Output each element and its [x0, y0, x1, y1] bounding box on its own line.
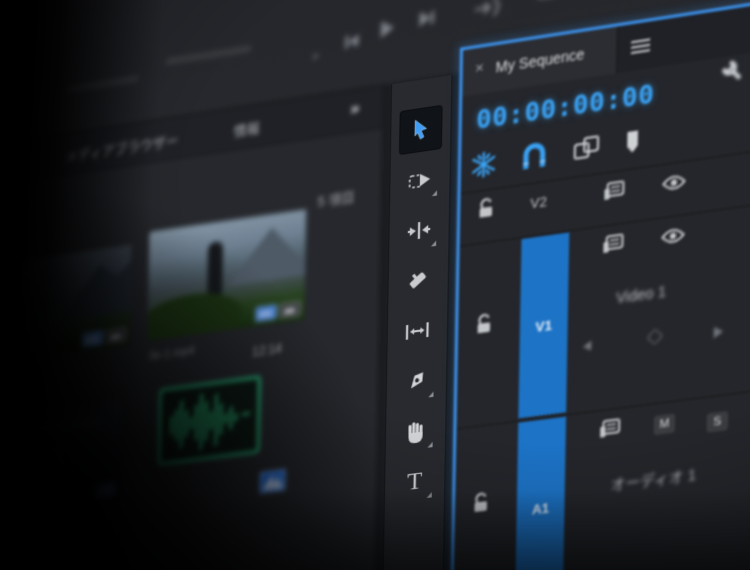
subclip-badge-icon: ▶▶	[105, 327, 126, 344]
add-marker-icon[interactable]	[623, 129, 642, 160]
insert-icon[interactable]	[474, 0, 501, 26]
tab-project[interactable]: プロジェクト:	[0, 154, 13, 185]
blurred-text	[66, 75, 138, 93]
track-name-label[interactable]: オーディオ 1	[611, 464, 697, 496]
project-panel: プロジェクト: メディアブラウザー 情報 » 5 項目 ▶▶	[0, 85, 384, 570]
photographed-screen: プロジェクト: メディアブラウザー 情報 » 5 項目 ▶▶	[0, 0, 750, 570]
tab-info[interactable]: 情報	[234, 117, 260, 141]
loop-icon[interactable]	[313, 52, 319, 61]
patch-label: A1	[532, 499, 550, 517]
tab-media-browser[interactable]: メディアブラウザー	[65, 129, 179, 166]
snap-magnet-icon[interactable]	[518, 138, 550, 179]
track-label[interactable]: V2	[530, 193, 547, 211]
clip-name-label[interactable]: 5k-1.mp4	[149, 345, 194, 363]
type-tool-button[interactable]: T	[394, 458, 436, 505]
close-panel-icon[interactable]: ×	[475, 59, 484, 78]
audio-clip-thumbnail[interactable]	[157, 375, 261, 472]
source-patch-a1[interactable]: A1	[515, 417, 566, 570]
play-button[interactable]	[381, 19, 394, 38]
step-forward-button[interactable]	[420, 10, 435, 27]
source-patch-v1[interactable]: V1	[518, 232, 569, 418]
lock-icon[interactable]	[471, 491, 490, 520]
track-select-forward-tool-button[interactable]	[399, 156, 441, 204]
ripple-edit-tool-button[interactable]	[398, 207, 440, 255]
panel-overflow-chevron-icon[interactable]: »	[350, 97, 360, 119]
thumbnail-art	[147, 287, 243, 341]
razor-tool-button[interactable]	[397, 257, 439, 305]
video-badge-icon	[95, 482, 116, 499]
premiere-app-window: プロジェクト: メディアブラウザー 情報 » 5 項目 ▶▶	[0, 0, 750, 570]
step-back-button[interactable]	[345, 34, 358, 49]
mute-track-button[interactable]: M	[654, 413, 675, 435]
previous-keyframe-icon[interactable]	[582, 339, 593, 353]
clip-thumbnail-3[interactable]	[0, 400, 121, 519]
lock-icon[interactable]	[474, 312, 493, 341]
label-badge-blue	[17, 522, 28, 535]
track-name-label[interactable]: Video 1	[616, 283, 666, 307]
solo-track-button[interactable]: S	[707, 411, 729, 433]
blurred-text	[166, 45, 251, 66]
patch-label: V1	[535, 317, 552, 335]
toggle-track-output-eye-icon[interactable]	[662, 174, 686, 198]
clip-badges-row	[0, 519, 33, 544]
subclip-badge-icon: ▶▶	[279, 301, 300, 318]
label-badge-grey	[0, 524, 8, 536]
clip-badges	[95, 482, 116, 499]
video-badge-icon	[82, 330, 103, 347]
lock-icon[interactable]	[476, 197, 495, 226]
video-badge-icon	[255, 304, 276, 321]
timeline-panel: × My Sequence 00:00:00:00	[448, 0, 750, 570]
nest-source-toggle-icon[interactable]	[469, 148, 498, 187]
thumbnail-art	[60, 250, 131, 320]
thumbnail-art	[228, 221, 306, 286]
toggle-track-output-eye-icon[interactable]	[661, 227, 685, 250]
slip-tool-button[interactable]	[397, 307, 439, 354]
sync-lock-icon[interactable]	[603, 180, 624, 206]
sync-lock-icon[interactable]	[599, 418, 620, 444]
clip-badges: ▶▶	[82, 327, 126, 347]
clip-badges: ▶▶	[255, 301, 300, 322]
thumbnail-art	[0, 416, 103, 440]
clip-thumbnail-2[interactable]: ▶▶	[147, 209, 306, 341]
clip-thumbnail-1[interactable]: ▶▶	[0, 245, 132, 365]
selection-tool-button[interactable]	[400, 106, 442, 154]
sync-lock-icon[interactable]	[602, 233, 623, 259]
next-keyframe-icon[interactable]	[712, 324, 724, 341]
type-tool-glyph: T	[407, 468, 422, 495]
clip-duration-label: 12:14	[252, 341, 282, 360]
hand-tool-button[interactable]	[395, 408, 437, 455]
tools-panel: T	[380, 75, 452, 570]
add-keyframe-icon[interactable]	[649, 330, 661, 343]
item-count-label: 5 項目	[317, 186, 355, 211]
timeline-settings-wrench-icon[interactable]	[719, 56, 747, 93]
thumbnail-art	[17, 442, 83, 512]
export-frame-icon[interactable]	[538, 0, 563, 6]
audio-badge-icon	[259, 469, 285, 494]
linked-selection-icon[interactable]	[572, 133, 602, 170]
pen-tool-button[interactable]	[396, 358, 438, 405]
